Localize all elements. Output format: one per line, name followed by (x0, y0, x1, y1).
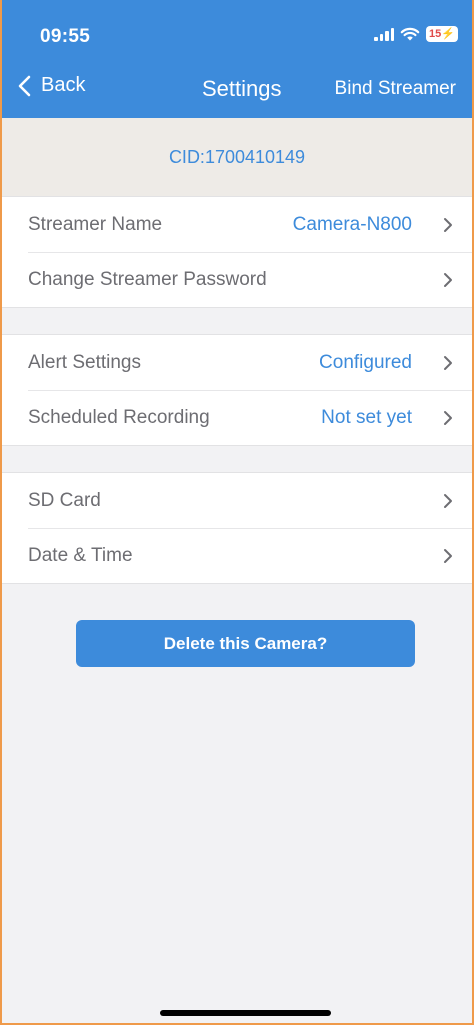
app-frame: 09:55 15⚡ Back Settings Bind Streamer CI… (0, 0, 474, 1025)
wifi-icon (400, 27, 420, 40)
delete-camera-button[interactable]: Delete this Camera? (76, 620, 415, 667)
sd-card-label: SD Card (28, 489, 101, 511)
chevron-right-icon (444, 411, 452, 425)
streamer-name-value: Camera-N800 (292, 213, 412, 235)
navigation-bar: Back Settings Bind Streamer (2, 60, 472, 118)
cellular-signal-icon (374, 27, 395, 41)
battery-indicator: 15⚡ (426, 26, 458, 42)
camera-id: CID:1700410149 (168, 146, 306, 167)
back-button[interactable]: Back (18, 74, 85, 97)
device-settings-group: SD Card Date & Time (2, 472, 472, 584)
chevron-right-icon (444, 549, 452, 563)
change-password-label: Change Streamer Password (28, 268, 267, 290)
date-time-row[interactable]: Date & Time (2, 528, 472, 583)
cid-banner: CID:1700410149 (2, 118, 472, 196)
chevron-right-icon (444, 356, 452, 370)
charging-bolt-icon: ⚡ (441, 28, 455, 40)
page-title: Settings (202, 76, 282, 101)
chevron-right-icon (444, 273, 452, 287)
bind-streamer-button[interactable]: Bind Streamer (335, 78, 456, 100)
home-indicator[interactable] (160, 1010, 331, 1016)
chevron-left-icon (18, 75, 31, 96)
chevron-right-icon (444, 494, 452, 508)
streamer-settings-group: Streamer Name Camera-N800 Change Streame… (2, 196, 472, 308)
scheduled-recording-label: Scheduled Recording (28, 406, 210, 428)
date-time-label: Date & Time (28, 544, 133, 566)
change-password-row[interactable]: Change Streamer Password (2, 252, 472, 307)
sd-card-row[interactable]: SD Card (2, 473, 472, 528)
alert-settings-value: Configured (319, 351, 412, 373)
alert-settings-label: Alert Settings (28, 351, 141, 373)
status-time: 09:55 (40, 26, 91, 47)
battery-level: 15 (429, 28, 442, 40)
recording-settings-group: Alert Settings Configured Scheduled Reco… (2, 334, 472, 446)
status-icons: 15⚡ (374, 26, 458, 42)
streamer-name-label: Streamer Name (28, 213, 163, 235)
alert-settings-row[interactable]: Alert Settings Configured (2, 335, 472, 390)
scheduled-recording-value: Not set yet (321, 406, 412, 428)
chevron-right-icon (444, 218, 452, 232)
streamer-name-row[interactable]: Streamer Name Camera-N800 (2, 197, 472, 252)
back-label: Back (41, 74, 86, 96)
scheduled-recording-row[interactable]: Scheduled Recording Not set yet (2, 390, 472, 445)
status-bar: 09:55 15⚡ (2, 0, 472, 60)
